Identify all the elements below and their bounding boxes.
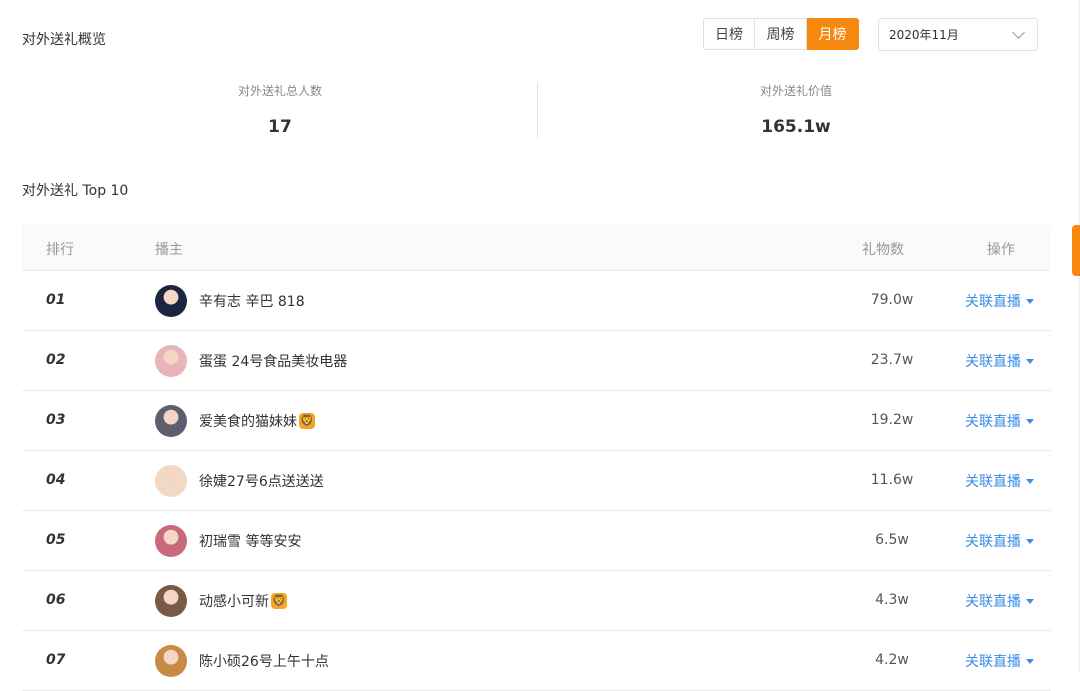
overview-title: 对外送礼概览 bbox=[22, 32, 106, 48]
stat-label: 对外送礼总人数 bbox=[237, 84, 322, 98]
avatar[interactable] bbox=[155, 465, 187, 497]
gift-count: 19.2w bbox=[870, 412, 914, 428]
row-rank: 06 bbox=[46, 592, 66, 608]
host-name-text: 辛有志 辛巴 818 bbox=[199, 294, 305, 310]
host-name-text: 徐婕27号6点送送送 bbox=[199, 474, 324, 490]
gift-count: 4.3w bbox=[875, 592, 909, 608]
caret-down-icon bbox=[1026, 298, 1034, 304]
table-row: 07 陈小硕26号上午十点 4.2w 关联直播 bbox=[22, 631, 1051, 691]
table-row: 06 动感小可新 🦁 4.3w 关联直播 bbox=[22, 571, 1051, 631]
row-rank: 01 bbox=[46, 292, 66, 308]
caret-down-icon bbox=[1026, 358, 1034, 364]
caret-down-icon bbox=[1026, 658, 1034, 664]
host-name[interactable]: 蛋蛋 24号食品美妆电器 bbox=[199, 351, 347, 371]
column-gifts: 礼物数 bbox=[862, 242, 904, 258]
period-toggle: 日榜 周榜 月榜 bbox=[703, 18, 859, 50]
period-day-button[interactable]: 日榜 bbox=[703, 18, 755, 50]
row-rank: 05 bbox=[46, 532, 66, 548]
link-live-button[interactable]: 关联直播 bbox=[965, 411, 1034, 431]
column-action: 操作 bbox=[987, 242, 1015, 258]
caret-down-icon bbox=[1026, 478, 1034, 484]
caret-down-icon bbox=[1026, 598, 1034, 604]
gift-count: 79.0w bbox=[870, 292, 914, 308]
table-row: 04 徐婕27号6点送送送 11.6w 关联直播 bbox=[22, 451, 1051, 511]
link-live-button[interactable]: 关联直播 bbox=[965, 531, 1034, 551]
host-name[interactable]: 徐婕27号6点送送送 bbox=[199, 471, 324, 491]
top10-table: 排行 播主 礼物数 操作 01 辛有志 辛巴 818 79.0w 关联直播 02 蛋蛋 2… bbox=[22, 225, 1051, 691]
row-rank: 02 bbox=[46, 352, 66, 368]
stat-total-people: 对外送礼总人数 17 bbox=[22, 82, 538, 137]
link-live-label: 关联直播 bbox=[965, 534, 1021, 550]
stat-gift-value: 对外送礼价值 165.1w bbox=[538, 82, 1054, 137]
host-name[interactable]: 爱美食的猫妹妹 🦁 bbox=[199, 411, 315, 431]
avatar[interactable] bbox=[155, 645, 187, 677]
host-name[interactable]: 动感小可新 🦁 bbox=[199, 591, 287, 611]
caret-down-icon bbox=[1026, 418, 1034, 424]
column-host: 播主 bbox=[155, 242, 183, 258]
link-live-button[interactable]: 关联直播 bbox=[965, 471, 1034, 491]
link-live-label: 关联直播 bbox=[965, 474, 1021, 490]
scrollbar-thumb[interactable] bbox=[1072, 225, 1080, 276]
caret-down-icon bbox=[1026, 538, 1034, 544]
table-row: 03 爱美食的猫妹妹 🦁 19.2w 关联直播 bbox=[22, 391, 1051, 451]
date-select-value: 2020年11月 bbox=[889, 28, 959, 42]
link-live-button[interactable]: 关联直播 bbox=[965, 651, 1034, 671]
link-live-label: 关联直播 bbox=[965, 414, 1021, 430]
stat-value: 165.1w bbox=[761, 117, 831, 137]
host-name-text: 陈小硕26号上午十点 bbox=[199, 654, 329, 670]
host-name-text: 动感小可新 bbox=[199, 594, 269, 610]
row-rank: 07 bbox=[46, 652, 66, 668]
stat-value: 17 bbox=[268, 117, 292, 137]
date-select[interactable]: 2020年11月 bbox=[878, 18, 1038, 51]
link-live-label: 关联直播 bbox=[965, 654, 1021, 670]
chevron-down-icon bbox=[1012, 26, 1025, 39]
lion-icon: 🦁 bbox=[299, 413, 315, 429]
host-name-text: 爱美食的猫妹妹 bbox=[199, 414, 297, 430]
host-name[interactable]: 初瑞雪 等等安安 bbox=[199, 531, 301, 551]
gift-count: 4.2w bbox=[875, 652, 909, 668]
table-row: 01 辛有志 辛巴 818 79.0w 关联直播 bbox=[22, 271, 1051, 331]
gift-count: 11.6w bbox=[870, 472, 914, 488]
stat-label: 对外送礼价值 bbox=[759, 84, 832, 98]
table-row: 05 初瑞雪 等等安安 6.5w 关联直播 bbox=[22, 511, 1051, 571]
column-rank: 排行 bbox=[46, 242, 74, 258]
avatar[interactable] bbox=[155, 345, 187, 377]
host-name-text: 初瑞雪 等等安安 bbox=[199, 534, 302, 550]
link-live-label: 关联直播 bbox=[965, 294, 1021, 310]
lion-icon: 🦁 bbox=[271, 593, 287, 609]
avatar[interactable] bbox=[155, 525, 187, 557]
row-rank: 04 bbox=[46, 472, 66, 488]
link-live-label: 关联直播 bbox=[965, 354, 1021, 370]
avatar[interactable] bbox=[155, 405, 187, 437]
link-live-button[interactable]: 关联直播 bbox=[965, 591, 1034, 611]
gift-count: 23.7w bbox=[870, 352, 914, 368]
host-name-text: 蛋蛋 24号食品美妆电器 bbox=[199, 354, 348, 370]
avatar[interactable] bbox=[155, 585, 187, 617]
host-name[interactable]: 辛有志 辛巴 818 bbox=[199, 291, 305, 311]
host-name[interactable]: 陈小硕26号上午十点 bbox=[199, 651, 329, 671]
table-row: 02 蛋蛋 24号食品美妆电器 23.7w 关联直播 bbox=[22, 331, 1051, 391]
top10-title: 对外送礼 Top 10 bbox=[22, 183, 129, 199]
gift-count: 6.5w bbox=[875, 532, 909, 548]
link-live-label: 关联直播 bbox=[965, 594, 1021, 610]
period-month-button[interactable]: 月榜 bbox=[807, 18, 859, 50]
row-rank: 03 bbox=[46, 412, 66, 428]
table-header: 排行 播主 礼物数 操作 bbox=[22, 225, 1051, 271]
avatar[interactable] bbox=[155, 285, 187, 317]
link-live-button[interactable]: 关联直播 bbox=[965, 291, 1034, 311]
link-live-button[interactable]: 关联直播 bbox=[965, 351, 1034, 371]
table-body: 01 辛有志 辛巴 818 79.0w 关联直播 02 蛋蛋 24号食品美妆电器 23.7w… bbox=[22, 271, 1051, 691]
period-week-button[interactable]: 周榜 bbox=[755, 18, 807, 50]
